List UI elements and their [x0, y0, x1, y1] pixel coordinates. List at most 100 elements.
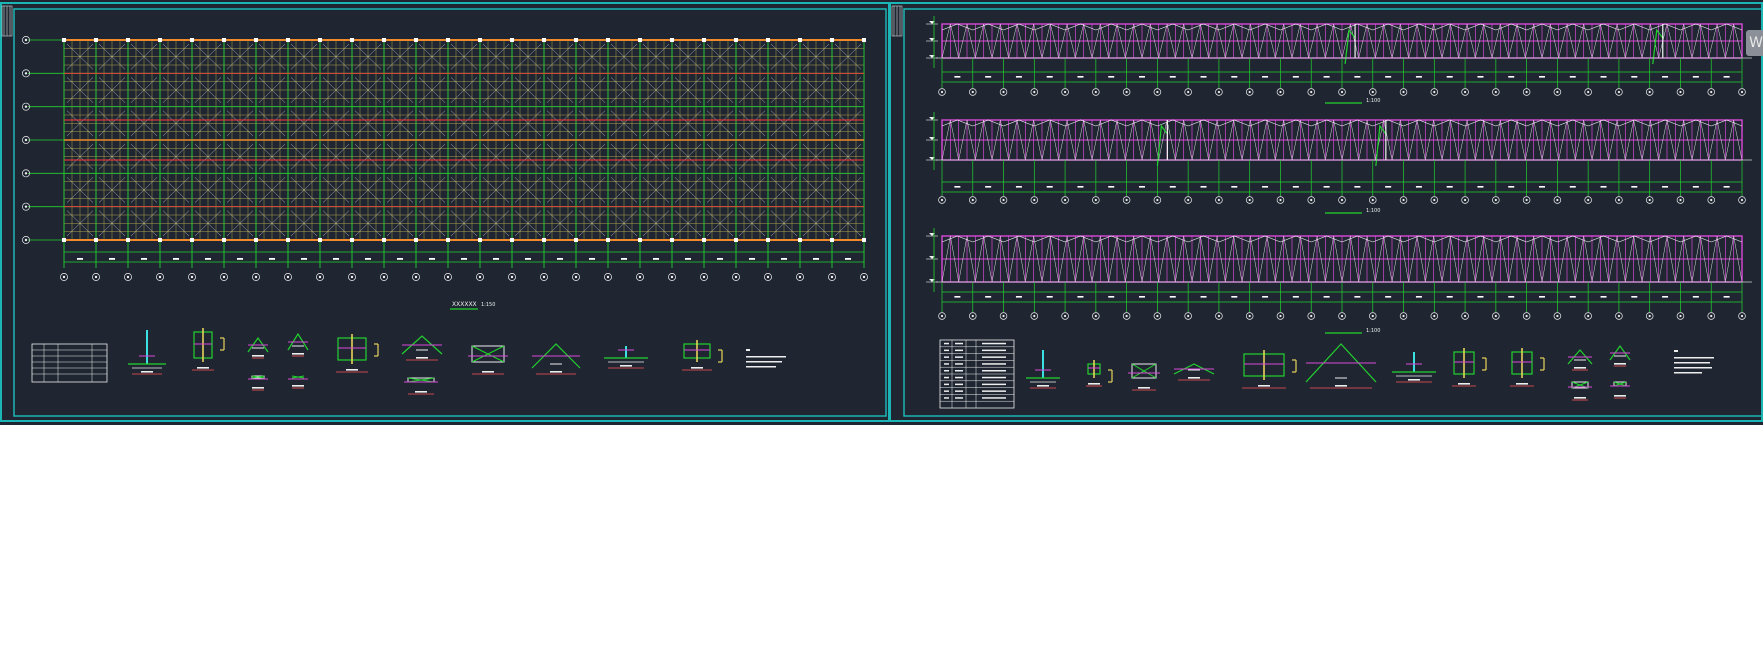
cad-drawing-canvas[interactable]: XXXXXX 1:150 1:100 1:100 1:100: [0, 0, 1763, 425]
legend-cell: [944, 376, 949, 379]
legend-cell: [955, 363, 963, 365]
elev-2-scale: 1:100: [1366, 208, 1380, 214]
dimension-text: [1477, 296, 1484, 298]
legend-cell: [955, 349, 963, 352]
dimension-text: [1692, 296, 1699, 298]
dimension-text: [1723, 186, 1730, 188]
column-marker: [638, 238, 642, 242]
legend-cell: [955, 370, 963, 372]
dimension-text: [1200, 186, 1207, 188]
legend-cell: [982, 383, 1006, 386]
dimension-text: [525, 258, 531, 260]
dimension-text: [1692, 76, 1699, 78]
dimension-text: [1200, 76, 1207, 78]
dimension-text: [1508, 186, 1515, 188]
dimension-text: [1077, 186, 1084, 188]
dimension-text: [1262, 76, 1269, 78]
legend-cell: [944, 397, 949, 399]
dimension-text: [1662, 186, 1669, 188]
dimension-text: [1477, 186, 1484, 188]
column-marker: [446, 238, 450, 242]
dimension-text: [365, 258, 371, 260]
dimension-text: [1231, 186, 1238, 188]
column-marker: [94, 238, 98, 242]
legend-cell: [982, 390, 1006, 392]
dimension-text: [1015, 186, 1022, 188]
dimension-text: [1231, 296, 1238, 298]
legend-cell: [944, 363, 949, 365]
column-marker: [830, 38, 834, 42]
column-marker: [798, 38, 802, 42]
dimension-text: [1539, 296, 1545, 298]
dimension-text: [429, 258, 435, 260]
legend-cell: [982, 356, 1006, 358]
column-marker: [606, 38, 610, 42]
column-marker: [190, 238, 194, 242]
column-marker: [222, 238, 226, 242]
dimension-text: [1539, 76, 1545, 78]
column-marker: [766, 238, 770, 242]
dimension-text: [1108, 186, 1115, 188]
column-marker: [542, 238, 546, 242]
column-marker: [350, 38, 354, 42]
dimension-text: [1723, 76, 1730, 78]
column-marker: [414, 238, 418, 242]
dimension-text: [1385, 76, 1392, 78]
column-marker: [510, 38, 514, 42]
dimension-text: [1631, 296, 1638, 298]
dimension-text: [109, 258, 115, 260]
dimension-text: [1292, 296, 1299, 298]
plan-scale: 1:150: [481, 302, 495, 308]
column-marker: [446, 38, 450, 42]
dimension-text: [985, 186, 992, 188]
dimension-text: [1200, 296, 1207, 298]
dimension-text: [1446, 76, 1453, 78]
dimension-text: [1569, 186, 1576, 188]
column-marker: [862, 238, 866, 242]
dimension-text: [813, 258, 819, 260]
dimension-text: [589, 258, 595, 260]
dimension-text: [1231, 76, 1238, 78]
legend-cell: [944, 356, 949, 358]
column-marker: [126, 238, 130, 242]
legend-cell: [982, 363, 1006, 365]
column-marker: [190, 38, 194, 42]
legend-cell: [955, 383, 963, 386]
dimension-text: [1354, 296, 1361, 298]
dimension-text: [1077, 296, 1084, 298]
column-marker: [638, 38, 642, 42]
dimension-text: [1508, 76, 1515, 78]
dimension-text: [1292, 186, 1299, 188]
dimension-text: [461, 258, 467, 260]
column-marker: [542, 38, 546, 42]
dimension-text: [954, 186, 961, 188]
dimension-text: [1385, 186, 1392, 188]
dimension-text: [205, 258, 211, 260]
legend-cell: [982, 370, 1006, 372]
dimension-text: [333, 258, 339, 260]
dimension-text: [1631, 186, 1638, 188]
dimension-text: [1323, 296, 1330, 298]
dimension-text: [1354, 186, 1361, 188]
dimension-text: [1292, 76, 1299, 78]
legend-cell: [955, 376, 963, 379]
dimension-text: [301, 258, 307, 260]
legend-cell: [982, 376, 1006, 379]
column-marker: [606, 238, 610, 242]
legend-cell: [944, 390, 949, 392]
dimension-text: [1600, 296, 1607, 298]
dimension-text: [1046, 186, 1053, 188]
dimension-text: [1539, 186, 1545, 188]
dimension-text: [1262, 296, 1269, 298]
dimension-text: [1415, 296, 1422, 298]
dimension-text: [1139, 186, 1145, 188]
dimension-text: [557, 258, 563, 260]
dimension-text: [269, 258, 275, 260]
dimension-text: [1508, 296, 1515, 298]
dimension-text: [1169, 296, 1176, 298]
column-marker: [254, 38, 258, 42]
dimension-text: [1477, 76, 1484, 78]
column-marker: [478, 238, 482, 242]
column-marker: [830, 238, 834, 242]
dimension-text: [1139, 296, 1145, 298]
